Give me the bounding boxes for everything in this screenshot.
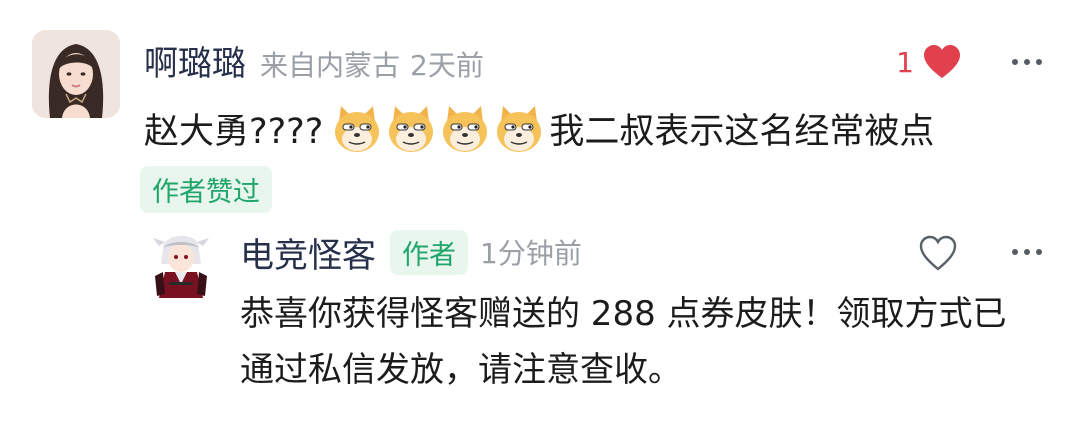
doge-emoji-icon [443,106,488,152]
comment-header: 啊璐璐 来自内蒙古 2天前 [144,36,494,84]
doge-emoji-icon [335,106,380,152]
reply-more-options-button[interactable] [1002,234,1052,270]
comment-text: 赵大勇???? 我二叔表示这名经常被点 [144,96,934,160]
heart-outline-icon[interactable] [918,234,958,274]
username[interactable]: 啊璐璐 [144,36,246,85]
reply-username[interactable]: 电竞怪客 [240,228,376,277]
user-avatar-image [32,30,120,118]
reply-like-button[interactable] [918,234,958,274]
reply-header: 电竞怪客 作者 1分钟前 [240,228,582,276]
more-dots-icon [1012,249,1018,255]
doge-emoji-icon [497,106,542,152]
emoji-group [331,102,547,154]
location-label: 来自内蒙古 [260,49,401,82]
more-dots-icon [1012,59,1018,65]
doge-emoji-icon [389,106,434,152]
reply-text: 恭喜你获得怪客赠送的 288 点券皮肤！领取方式已通过私信发放，请注意查收。 [240,294,1007,390]
reply-timestamp: 1分钟前 [480,237,582,270]
heart-filled-icon[interactable] [922,44,962,80]
like-button[interactable]: 1 [896,44,962,80]
like-count: 1 [896,45,914,79]
reply-avatar[interactable] [145,224,217,302]
avatar[interactable] [32,30,120,118]
more-options-button[interactable] [1002,44,1052,80]
comment-text-suffix: 我二叔表示这名经常被点 [549,111,935,152]
timestamp: 2天前 [410,49,484,82]
author-tag: 作者 [390,229,468,275]
comment-text-prefix: 赵大勇???? [144,111,324,152]
reply-avatar-image [145,224,217,302]
author-liked-badge: 作者赞过 [140,166,272,213]
